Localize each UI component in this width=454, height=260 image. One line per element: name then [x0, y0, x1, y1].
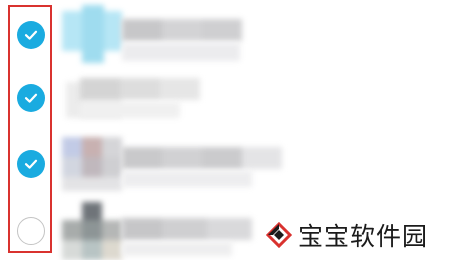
- list-item[interactable]: [0, 133, 454, 193]
- contact-name: [122, 147, 282, 169]
- list-item[interactable]: [0, 5, 454, 65]
- avatar: [62, 202, 122, 260]
- contact-name: [122, 19, 242, 41]
- watermark: 宝宝软件园: [266, 215, 428, 255]
- list-item[interactable]: [0, 68, 454, 128]
- contact-subtitle: [122, 43, 240, 61]
- contact-subtitle: [122, 242, 232, 256]
- contact-subtitle: [80, 102, 180, 118]
- avatar: [62, 5, 122, 63]
- watermark-text: 宝宝软件园: [298, 222, 429, 251]
- contact-subtitle: [122, 171, 252, 187]
- selection-highlight-outline: [8, 5, 52, 253]
- contact-name: [80, 78, 200, 100]
- avatar: [62, 137, 122, 191]
- diamond-logo-icon: [266, 222, 292, 248]
- contact-name: [122, 218, 252, 240]
